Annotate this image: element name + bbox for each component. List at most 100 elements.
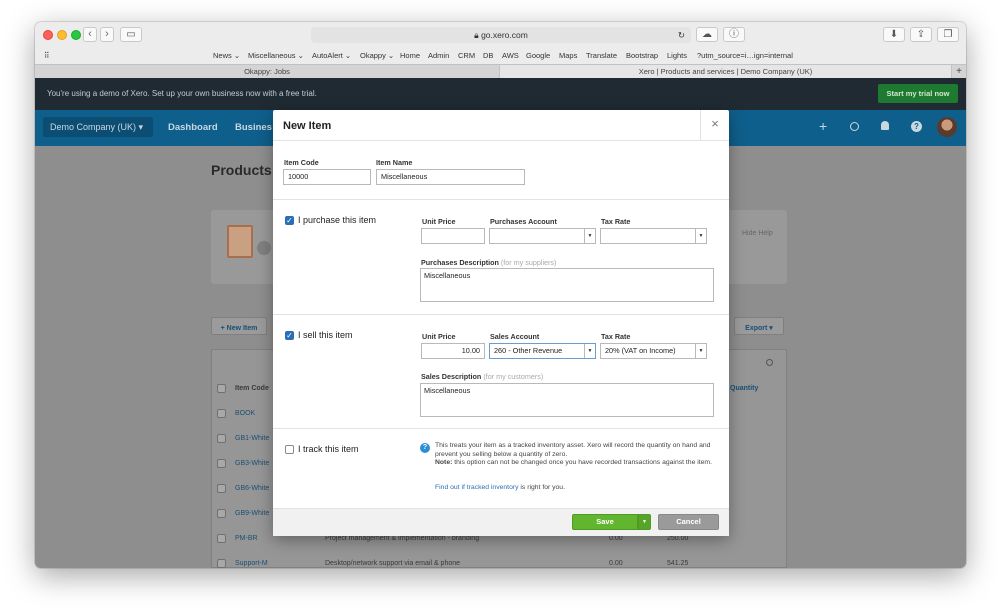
row-item-code[interactable]: PM-BR: [235, 535, 258, 542]
add-icon[interactable]: +: [819, 118, 827, 134]
bookmark-db[interactable]: DB: [483, 51, 493, 60]
select-all-checkbox[interactable]: [217, 384, 226, 393]
org-switcher[interactable]: Demo Company (UK) ▾: [43, 117, 153, 137]
export-button[interactable]: Export ▾: [734, 317, 784, 335]
forward-icon[interactable]: ›: [100, 27, 114, 42]
back-icon[interactable]: ‹: [83, 27, 97, 42]
row-checkbox[interactable]: [217, 434, 226, 443]
sales-description-textarea[interactable]: Miscellaneous: [420, 383, 714, 417]
sell-checkbox[interactable]: ✓: [285, 331, 294, 340]
bookmark-lights[interactable]: Lights: [667, 51, 687, 60]
info-circle-icon: ?: [420, 443, 430, 453]
bookmark-autoalert[interactable]: AutoAlert ⌄: [312, 51, 351, 60]
bookmark-utm[interactable]: ?utm_source=i…ign=internal: [697, 51, 793, 60]
browser-window: ‹ › ▭ 🔒︎ go.xero.com ↻ ☁︎ ⓘ ⬇︎ ⇪ ❐ ⠿ New…: [35, 22, 966, 568]
icloud-icon[interactable]: ☁︎: [696, 27, 718, 42]
sale-tax-rate-select[interactable]: 20% (VAT on Income) ▼: [600, 343, 707, 359]
close-window-icon[interactable]: [43, 30, 53, 40]
bookmark-miscellaneous[interactable]: Miscellaneous ⌄: [248, 51, 304, 60]
new-item-button[interactable]: + New Item: [211, 317, 267, 335]
bookmark-admin[interactable]: Admin: [428, 51, 449, 60]
dropdown-arrow-icon: ▼: [695, 344, 706, 358]
purchase-checkbox-label[interactable]: I purchase this item: [298, 215, 376, 225]
tab-xero[interactable]: Xero | Products and services | Demo Comp…: [499, 65, 952, 79]
minimize-window-icon[interactable]: [57, 30, 67, 40]
row-checkbox[interactable]: [217, 409, 226, 418]
item-code-label: Item Code: [284, 158, 319, 167]
purchase-unit-price-input[interactable]: [421, 228, 485, 244]
tracked-inventory-link[interactable]: tracked inventory: [467, 484, 519, 491]
bookmark-crm[interactable]: CRM: [458, 51, 475, 60]
search-icon[interactable]: [850, 122, 859, 131]
row-item-code[interactable]: GB6-White: [235, 485, 269, 492]
dialog-title: New Item: [283, 120, 332, 132]
bookmark-home[interactable]: Home: [400, 51, 420, 60]
row-checkbox[interactable]: [217, 484, 226, 493]
sale-unit-price-input[interactable]: 10.00: [421, 343, 485, 359]
bookmark-bootstrap[interactable]: Bootstrap: [626, 51, 658, 60]
bookmark-news[interactable]: News ⌄: [213, 51, 240, 60]
purchases-description-textarea[interactable]: Miscellaneous: [420, 268, 714, 302]
bookmark-maps[interactable]: Maps: [559, 51, 577, 60]
track-checkbox[interactable]: [285, 445, 294, 454]
bookmark-google[interactable]: Google: [526, 51, 550, 60]
purchase-tax-rate-select[interactable]: ▼: [600, 228, 707, 244]
row-item-code[interactable]: GB3-White: [235, 460, 269, 467]
sale-tax-rate-value: 20% (VAT on Income): [605, 346, 676, 355]
cancel-button[interactable]: Cancel: [658, 514, 719, 530]
row-value-2: 250.00: [667, 535, 689, 542]
purchase-unit-price-label: Unit Price: [422, 217, 456, 226]
zoom-window-icon[interactable]: [71, 30, 81, 40]
url-text: go.xero.com: [481, 30, 528, 40]
tab-okappy[interactable]: Okappy: Jobs: [35, 65, 499, 79]
trial-text: You're using a demo of Xero. Set up your…: [47, 89, 317, 98]
track-checkbox-label[interactable]: I track this item: [298, 444, 359, 454]
table-search-icon[interactable]: [766, 359, 773, 366]
item-name-input[interactable]: Miscellaneous: [376, 169, 525, 185]
save-options-button[interactable]: ▼: [638, 514, 651, 530]
bookmark-aws[interactable]: AWS: [502, 51, 519, 60]
nav-business[interactable]: Busines: [235, 122, 272, 133]
lock-icon: 🔒︎: [474, 30, 479, 40]
row-item-code[interactable]: GB9-White: [235, 510, 269, 517]
save-button[interactable]: Save: [572, 514, 638, 530]
sell-checkbox-label[interactable]: I sell this item: [298, 330, 353, 340]
track-help-line: Find out if tracked inventory is right f…: [435, 484, 565, 491]
row-checkbox[interactable]: [217, 509, 226, 518]
row-description: Desktop/network support via email & phon…: [325, 560, 461, 567]
row-item-code[interactable]: GB1-White: [235, 435, 269, 442]
row-item-code[interactable]: BOOK: [235, 410, 255, 417]
row-item-code[interactable]: Support-M: [235, 560, 268, 567]
purchases-account-select[interactable]: ▼: [489, 228, 596, 244]
start-trial-button[interactable]: Start my trial now: [878, 84, 958, 103]
nav-dashboard[interactable]: Dashboard: [168, 122, 218, 133]
item-code-input[interactable]: 10000: [283, 169, 371, 185]
tab-strip: Okappy: Jobs Xero | Products and service…: [35, 64, 966, 79]
apps-grid-icon[interactable]: ⠿: [44, 51, 50, 60]
row-checkbox[interactable]: [217, 459, 226, 468]
row-checkbox[interactable]: [217, 534, 226, 543]
help-icon[interactable]: ?: [911, 121, 922, 132]
purchase-checkbox[interactable]: ✓: [285, 216, 294, 225]
info-icon[interactable]: ⓘ: [723, 27, 745, 42]
dialog-close-button[interactable]: ×: [700, 110, 729, 140]
new-tab-icon[interactable]: +: [952, 65, 966, 79]
bookmark-translate[interactable]: Translate: [586, 51, 617, 60]
column-item-code[interactable]: Item Code: [235, 385, 269, 392]
tabs-overview-icon[interactable]: ❐: [937, 27, 959, 42]
sale-tax-rate-label: Tax Rate: [601, 332, 631, 341]
address-bar[interactable]: 🔒︎ go.xero.com ↻: [311, 27, 691, 43]
column-quantity[interactable]: Quantity: [730, 385, 758, 392]
share-icon[interactable]: ⇪: [910, 27, 932, 42]
row-checkbox[interactable]: [217, 559, 226, 568]
sidebar-icon[interactable]: ▭: [120, 27, 142, 42]
reload-icon[interactable]: ↻: [678, 27, 685, 43]
bookmark-okappy[interactable]: Okappy ⌄: [360, 51, 394, 60]
notifications-bell-icon[interactable]: [881, 121, 889, 130]
play-video-icon[interactable]: [257, 241, 271, 255]
user-avatar[interactable]: [937, 117, 957, 137]
sales-account-select[interactable]: 260 - Other Revenue ▼: [489, 343, 596, 359]
hide-help-link[interactable]: Hide Help: [742, 230, 773, 237]
note-text: this option can not be changed once you …: [454, 459, 712, 466]
downloads-icon[interactable]: ⬇︎: [883, 27, 905, 42]
